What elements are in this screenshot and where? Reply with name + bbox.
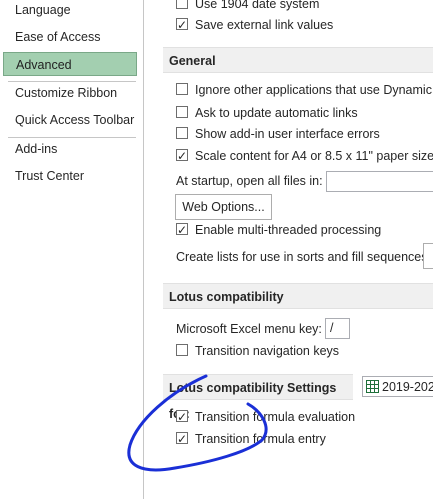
hand-drawn-circle-annotation: [127, 374, 268, 472]
